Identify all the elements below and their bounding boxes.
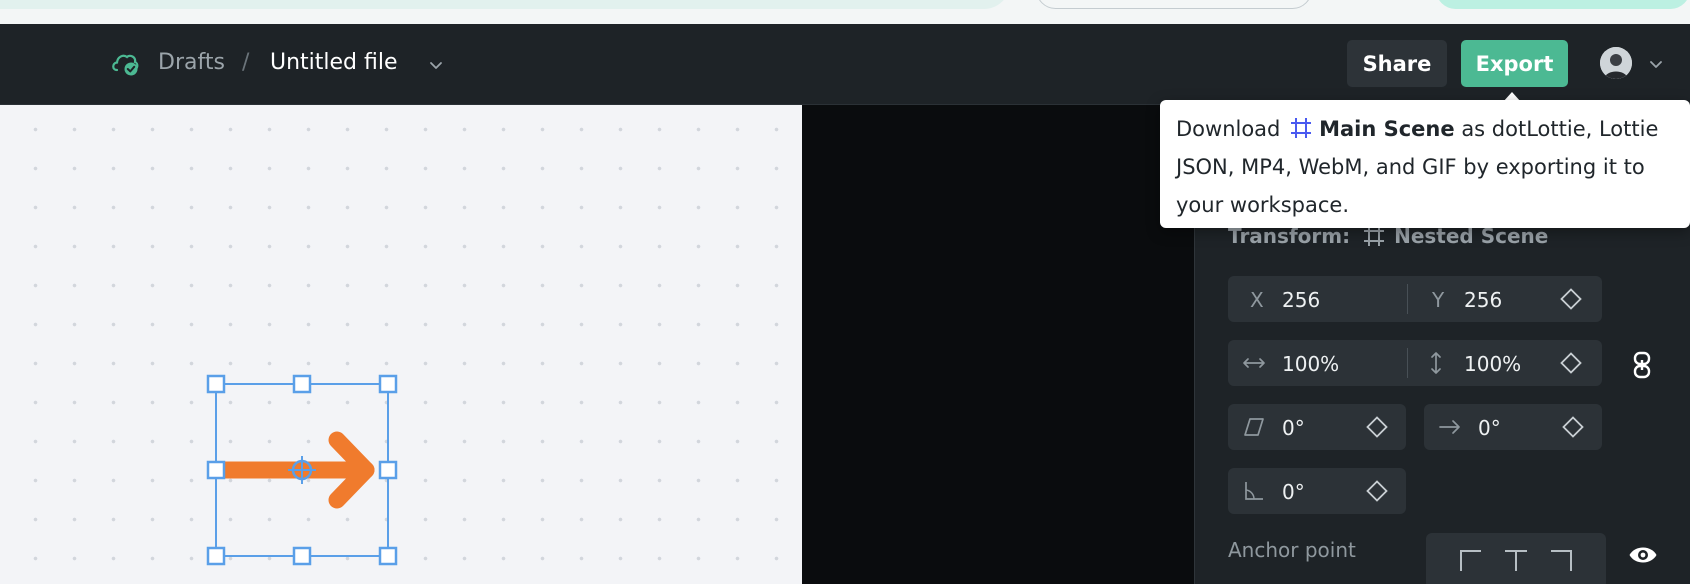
- app-header: Drafts / Untitled file Share Export: [0, 24, 1690, 105]
- skew-axis-arrow-icon: [1439, 420, 1460, 434]
- app-window: Drafts / Untitled file Share Export Tran…: [0, 0, 1690, 584]
- rotation-angle-icon: [1245, 482, 1263, 500]
- y-label: Y: [1432, 288, 1445, 312]
- frame-icon: [1291, 118, 1312, 138]
- keyframe-diamond-icon[interactable]: [1560, 352, 1582, 374]
- canvas-outside-area: [802, 105, 1194, 584]
- keyframe-diamond-icon[interactable]: [1562, 416, 1584, 438]
- browser-page-strip: [0, 0, 1690, 24]
- anchor-top-right-icon[interactable]: [1548, 547, 1574, 573]
- file-name[interactable]: Untitled file: [270, 50, 398, 75]
- share-button[interactable]: Share: [1347, 40, 1447, 87]
- resize-handle-top[interactable]: [292, 374, 312, 394]
- resize-handle-left[interactable]: [206, 460, 226, 480]
- skew-field: 0°: [1228, 404, 1406, 450]
- page-banner-shape: [0, 0, 1010, 9]
- resize-handle-bottom-right[interactable]: [378, 546, 398, 566]
- height-scale-input[interactable]: 100%: [1464, 352, 1521, 376]
- tooltip-text-rest: as dotLottie, Lottie: [1461, 117, 1659, 141]
- skew-icon: [1244, 418, 1264, 436]
- export-tooltip: Download Main Scene as dotLottie, Lottie…: [1160, 100, 1690, 228]
- breadcrumb-separator: /: [242, 50, 250, 75]
- keyframe-diamond-icon[interactable]: [1366, 480, 1388, 502]
- link-icon[interactable]: [1630, 351, 1654, 379]
- tooltip-prefix: Download: [1176, 117, 1281, 141]
- field-divider: [1407, 348, 1408, 378]
- skew-axis-input[interactable]: 0°: [1478, 416, 1501, 440]
- page-outline-button[interactable]: [1036, 0, 1312, 9]
- keyframe-diamond-icon[interactable]: [1366, 416, 1388, 438]
- resize-handle-bottom[interactable]: [292, 546, 312, 566]
- position-field: X 256 Y 256: [1228, 276, 1602, 322]
- x-input[interactable]: 256: [1282, 288, 1320, 312]
- anchor-top-center-icon[interactable]: [1503, 547, 1529, 573]
- tooltip-scene-name: Main Scene: [1319, 117, 1455, 141]
- export-button[interactable]: Export: [1461, 40, 1568, 87]
- tooltip-line-2: JSON, MP4, WebM, and GIF by exporting it…: [1176, 155, 1645, 179]
- eye-icon[interactable]: [1628, 544, 1658, 566]
- resize-handle-right[interactable]: [378, 460, 398, 480]
- skew-input[interactable]: 0°: [1282, 416, 1305, 440]
- width-scale-input[interactable]: 100%: [1282, 352, 1339, 376]
- resize-handle-top-left[interactable]: [206, 374, 226, 394]
- anchor-point-label: Anchor point: [1228, 538, 1356, 562]
- cloud-check-icon: [112, 54, 139, 76]
- height-arrows-icon: [1431, 352, 1441, 374]
- scale-field: 100% 100%: [1228, 340, 1602, 386]
- avatar[interactable]: [1600, 47, 1632, 79]
- page-accent-button[interactable]: [1436, 0, 1690, 9]
- avatar-image: [1600, 47, 1632, 79]
- tooltip-line-3: your workspace.: [1176, 193, 1349, 217]
- selected-arrow-layer[interactable]: [196, 366, 406, 572]
- x-label: X: [1250, 288, 1264, 312]
- resize-handle-bottom-left[interactable]: [206, 546, 226, 566]
- anchor-top-left-icon[interactable]: [1458, 547, 1484, 573]
- rotation-input[interactable]: 0°: [1282, 480, 1305, 504]
- chevron-down-icon[interactable]: [428, 57, 444, 73]
- width-arrows-icon: [1243, 358, 1265, 368]
- tooltip-line-1: Download Main Scene as dotLottie, Lottie: [1176, 110, 1674, 148]
- y-input[interactable]: 256: [1464, 288, 1502, 312]
- account-chevron-down-icon[interactable]: [1648, 56, 1664, 72]
- anchor-point-selector: [1426, 533, 1606, 584]
- rotation-field: 0°: [1228, 468, 1406, 514]
- skew-axis-field: 0°: [1424, 404, 1602, 450]
- field-divider: [1407, 284, 1408, 314]
- breadcrumb-drafts[interactable]: Drafts: [158, 50, 225, 75]
- anchor-point-handle[interactable]: [288, 456, 316, 484]
- keyframe-diamond-icon[interactable]: [1560, 288, 1582, 310]
- resize-handle-top-right[interactable]: [378, 374, 398, 394]
